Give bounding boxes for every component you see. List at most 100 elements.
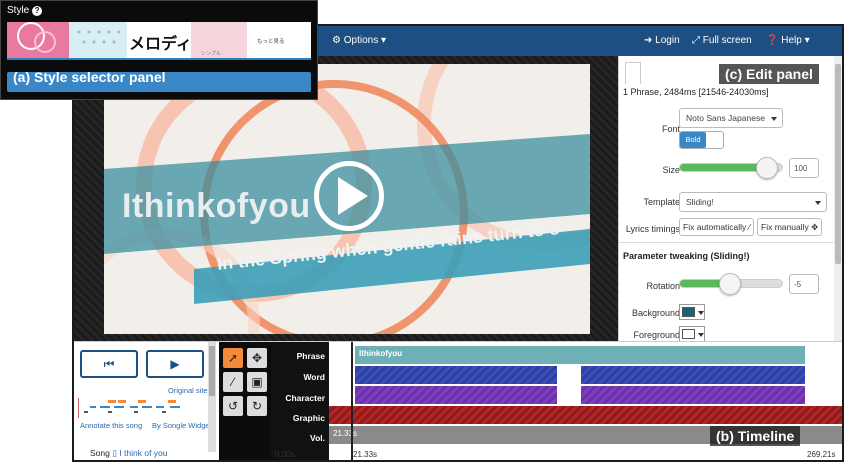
style-thumb-more[interactable]: もっと見る	[247, 22, 311, 58]
song-info: Song ▯ I think of you	[90, 448, 168, 458]
foreground-color-picker[interactable]	[679, 326, 705, 342]
redo-icon[interactable]: ↻	[247, 396, 267, 416]
expand-icon: ⤢	[692, 35, 700, 46]
time-end: 269.21s	[807, 450, 836, 459]
move-icon[interactable]: ✥	[247, 348, 267, 368]
background-color-picker[interactable]	[679, 304, 705, 320]
magic-wand-icon[interactable]: ⁄	[223, 372, 243, 392]
thumb-graphic	[77, 30, 121, 44]
annotation-a: (a) Style selector panel	[13, 69, 166, 85]
previous-button[interactable]: ⏮	[80, 350, 138, 378]
bold-toggle-label: Bold	[680, 132, 706, 148]
foreground-label: Foreground	[633, 330, 680, 340]
phrase-track-label: Phrase	[296, 351, 325, 361]
size-slider-fill	[680, 164, 767, 171]
style-thumb-dots[interactable]	[69, 22, 127, 58]
phrase-block[interactable]: Ithinkofyou	[355, 346, 805, 364]
songle-widget-link[interactable]: By Songle Widget	[152, 421, 212, 430]
param-heading: Parameter tweaking (Sliding!)	[623, 251, 750, 261]
options-menu[interactable]: ⚙ Options ▾	[332, 35, 386, 46]
style-selector-panel: Style ? メロディー シンプル もっと見る (a) Style selec…	[0, 0, 318, 100]
graphic-track-label: Graphic	[292, 413, 325, 423]
background-swatch	[682, 307, 695, 317]
gear-icon: ⚙	[332, 35, 341, 46]
time-start: 0.00s	[275, 450, 295, 459]
caret-down-icon	[771, 117, 777, 121]
template-label: Template	[643, 197, 680, 207]
undo-icon[interactable]: ↺	[223, 396, 243, 416]
caret-down-icon: ▾	[804, 35, 810, 46]
font-select[interactable]: Noto Sans Japanese	[679, 108, 783, 128]
edit-panel: 1 Phrase, 2484ms [21546-24030ms] Font No…	[618, 56, 842, 342]
annotation-c: (c) Edit panel	[719, 64, 819, 84]
time-cursor: 21.33s	[353, 450, 378, 459]
graphic-block[interactable]	[329, 406, 842, 424]
thumb-caption: シンプル	[201, 51, 221, 57]
volume-track-label: Vol.	[310, 433, 325, 443]
bold-toggle[interactable]: Bold	[679, 131, 724, 149]
word-track-label: Word	[303, 372, 325, 382]
size-input[interactable]: 100	[789, 158, 819, 178]
magic-wand-icon: ⁄	[748, 222, 751, 232]
fix-automatically-button[interactable]: Fix automatically ⁄	[679, 218, 755, 236]
word-block[interactable]	[355, 366, 557, 384]
thumb-more-text: もっと見る	[257, 39, 285, 45]
word-block[interactable]	[581, 366, 805, 384]
player-scrollbar[interactable]	[208, 342, 216, 452]
select-pointer-icon[interactable]: ➚	[223, 348, 243, 368]
caret-down-icon	[698, 311, 704, 315]
play-icon	[338, 177, 368, 215]
caret-down-icon: ▾	[381, 35, 387, 46]
video-preview[interactable]: Ithinkofyou In the Spring when gentle ra…	[104, 64, 590, 334]
scrollbar-thumb[interactable]	[835, 64, 841, 264]
annotate-link[interactable]: Annotate this song	[80, 421, 142, 430]
divider	[619, 242, 835, 243]
style-thumb-simple[interactable]: シンプル	[191, 22, 247, 58]
background-label: Background	[631, 308, 680, 318]
volume-time-text: 21.33s	[333, 429, 358, 438]
rotation-label: Rotation	[646, 281, 680, 291]
edit-tab[interactable]	[625, 62, 641, 84]
song-title-link[interactable]: I think of you	[119, 448, 167, 458]
fullscreen-link[interactable]: ⤢ Full screen	[692, 35, 752, 46]
help-menu[interactable]: ❓ Help ▾	[766, 35, 810, 46]
rotation-slider-handle[interactable]	[719, 273, 741, 295]
play-button[interactable]: ▶	[146, 350, 204, 378]
login-icon: ➜	[644, 35, 653, 46]
thumb-melody-text: メロディー	[129, 36, 191, 53]
playhead[interactable]	[351, 342, 353, 460]
thumb-graphic	[17, 22, 56, 53]
question-icon: ❓	[766, 35, 779, 46]
song-player: ⏮ ▶ Original site Annotate this song By …	[74, 342, 219, 460]
song-structure-graph[interactable]	[78, 396, 206, 418]
lyrics-timings-label: Lyrics timings	[625, 224, 680, 234]
login-link[interactable]: ➜ Login	[644, 35, 680, 46]
font-label: Font	[661, 124, 680, 134]
image-icon[interactable]: ▣	[247, 372, 267, 392]
scrollbar-thumb[interactable]	[209, 346, 215, 396]
style-thumb-pink[interactable]	[7, 22, 69, 58]
fix-manually-button[interactable]: Fix manually ✥	[757, 218, 823, 236]
size-slider-handle[interactable]	[756, 157, 779, 179]
size-label: Size	[662, 165, 680, 175]
character-block[interactable]	[355, 386, 557, 404]
lyric-main-text: Ithinkofyou	[122, 187, 311, 225]
character-track-label: Character	[285, 393, 325, 403]
character-block[interactable]	[581, 386, 805, 404]
style-scroll-indicator	[7, 58, 311, 60]
style-title: Style ?	[7, 5, 43, 16]
file-icon: ▯	[112, 448, 117, 458]
original-site-link[interactable]: Original site	[168, 386, 208, 395]
rotation-input[interactable]: -5	[789, 274, 819, 294]
caret-down-icon	[815, 201, 821, 205]
tool-palette: ➚ ✥ ⁄ ▣ ↺ ↻	[219, 342, 271, 460]
style-thumb-melody[interactable]: メロディー	[127, 22, 191, 58]
edit-panel-scrollbar[interactable]	[834, 56, 842, 341]
help-icon[interactable]: ?	[32, 6, 43, 16]
template-select[interactable]: Sliding!	[679, 192, 827, 212]
move-icon: ✥	[811, 222, 819, 232]
foreground-swatch	[682, 329, 695, 339]
annotation-b: (b) Timeline	[710, 426, 801, 446]
caret-down-icon	[698, 333, 704, 337]
track-labels: Phrase Word Character Graphic Vol.	[271, 342, 329, 460]
